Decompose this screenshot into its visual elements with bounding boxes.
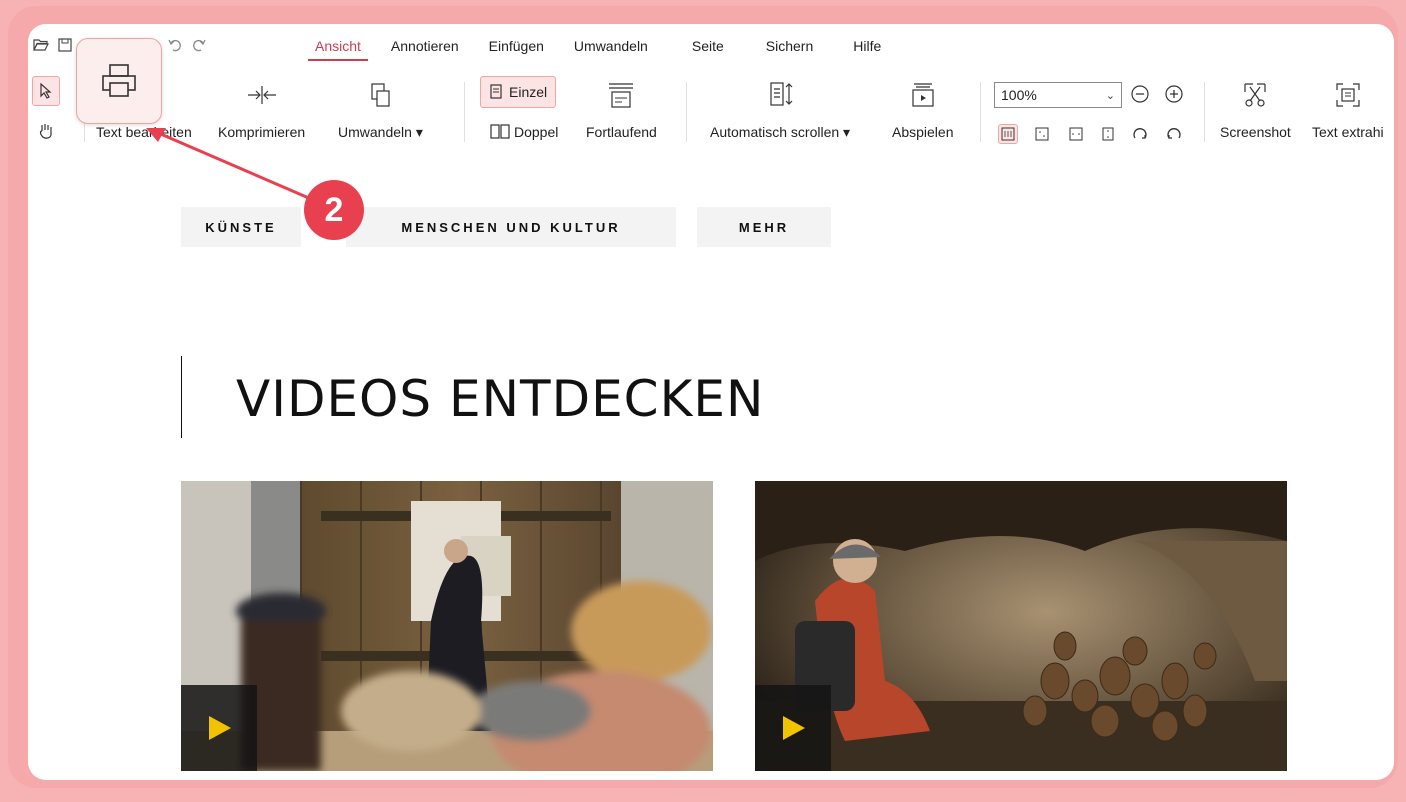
- video-thumbnail-image: [181, 481, 713, 771]
- video-thumbnail-2[interactable]: [755, 481, 1287, 771]
- play-icon: [783, 716, 805, 740]
- step-number-badge: 2: [304, 180, 364, 240]
- video-thumbnail-1[interactable]: [181, 481, 713, 771]
- play-icon: [209, 716, 231, 740]
- screenshot-frame: Ansicht Annotieren Einfügen Umwandeln Se…: [8, 6, 1398, 788]
- callout-arrow: [146, 128, 319, 204]
- play-button[interactable]: [755, 685, 831, 771]
- play-button[interactable]: [181, 685, 257, 771]
- print-button-highlight[interactable]: [76, 38, 162, 124]
- video-thumbnail-image: [755, 481, 1287, 771]
- print-icon: [102, 64, 136, 97]
- app-window: Ansicht Annotieren Einfügen Umwandeln Se…: [28, 24, 1394, 780]
